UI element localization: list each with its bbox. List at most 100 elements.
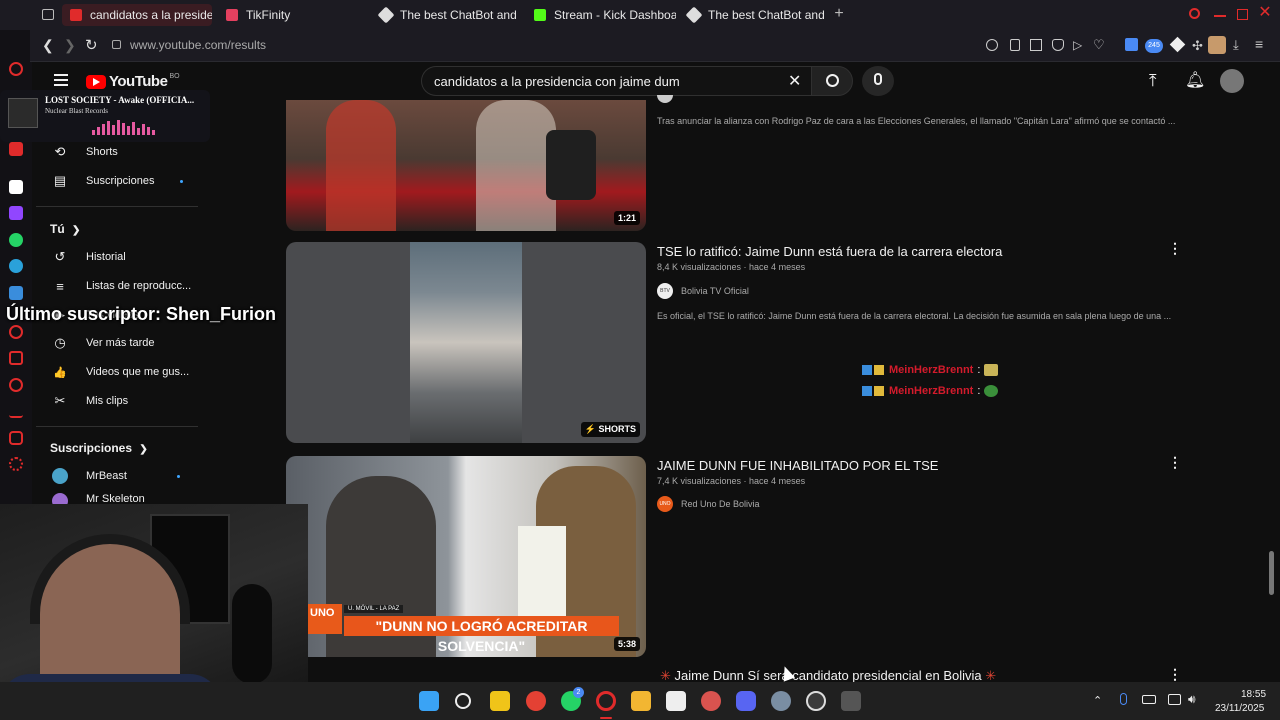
video-metadata: 8,4 K visualizaciones · hace 4 meses xyxy=(657,262,806,272)
news-logo: UNO xyxy=(308,604,342,634)
video-title[interactable]: JAIME DUNN FUE INHABILITADO POR EL TSE xyxy=(657,458,938,473)
sidebar-section-subscriptions[interactable]: Suscripciones ❯ xyxy=(50,441,148,455)
kick-side-icon[interactable] xyxy=(9,180,23,194)
tab-chatbot-2[interactable]: The best ChatBot and Wi xyxy=(680,4,826,26)
tab-chatbot-1[interactable]: The best ChatBot and Wi xyxy=(372,4,518,26)
video-thumbnail[interactable]: UNO U. MÓVIL - LA PAZ "DUNN NO LOGRÓ ACR… xyxy=(286,456,646,657)
voice-search-button[interactable] xyxy=(862,66,894,96)
shield-icon[interactable] xyxy=(1052,39,1064,51)
twitch-icon[interactable] xyxy=(9,206,23,220)
new-tab-button[interactable]: + xyxy=(832,6,846,22)
tray-volume-icon[interactable]: 🔊︎ xyxy=(1188,692,1196,707)
video-thumbnail[interactable]: ⚡ SHORTS xyxy=(286,242,646,443)
sidebar-item-clips[interactable]: ✂ Mis clips xyxy=(52,389,129,413)
sidebar-item-history[interactable]: ↺ Historial xyxy=(52,245,126,269)
minimize-button[interactable] xyxy=(1214,15,1226,17)
forward-icon[interactable]: ❯ xyxy=(64,37,76,54)
sidebar-item-playlists[interactable]: ≡ Listas de reproducc... xyxy=(52,274,191,298)
lock-icon xyxy=(112,40,121,49)
news-banner-small: U. MÓVIL - LA PAZ xyxy=(344,605,404,613)
more-options-icon[interactable]: ⋮ xyxy=(1168,241,1182,255)
sidebar-item-subscriptions[interactable]: ▤ Suscripciones xyxy=(52,169,184,193)
heart-icon[interactable]: ♡ xyxy=(1093,37,1105,53)
reload-icon[interactable]: ↻ xyxy=(85,36,98,54)
track-artist: Nuclear Blast Records xyxy=(45,107,108,115)
video-channel[interactable]: UNO Red Uno De Bolivia xyxy=(657,496,760,512)
download-side-icon[interactable] xyxy=(9,404,23,418)
notification-badge: 2 xyxy=(573,687,584,698)
search-input[interactable]: candidatos a la presidencia con jaime du… xyxy=(421,66,812,96)
sidebar-item-label: Videos que me gus... xyxy=(86,366,190,378)
youtube-logo[interactable]: YouTube BO xyxy=(86,73,180,90)
start-icon[interactable] xyxy=(419,691,439,711)
mail-icon[interactable] xyxy=(9,142,23,156)
url-field[interactable]: www.youtube.com/results xyxy=(130,38,266,52)
bluesky-icon[interactable] xyxy=(9,286,23,300)
sidebar-item-shorts[interactable]: ⟲ Shorts xyxy=(52,140,118,164)
clock-date[interactable]: 23/11/2025 xyxy=(1215,703,1264,714)
whatsapp-icon[interactable] xyxy=(9,233,23,247)
aria-icon[interactable] xyxy=(9,62,23,76)
opera-taskbar-icon[interactable] xyxy=(596,691,616,711)
translate-extension-icon[interactable] xyxy=(1125,38,1138,51)
upload-icon[interactable]: ⤒ xyxy=(1149,71,1157,91)
download-icon[interactable]: ⤓ xyxy=(1233,37,1239,53)
player-icon[interactable] xyxy=(9,325,23,339)
zoom-icon[interactable] xyxy=(986,39,998,51)
sidebar-sub-mrbeast[interactable]: MrBeast xyxy=(52,464,180,488)
tab-youtube[interactable]: candidatos a la presidenc xyxy=(62,4,212,26)
notifications-icon[interactable]: 🔔︎ xyxy=(1185,70,1205,90)
video-duration: 5:38 xyxy=(613,637,640,651)
discord-icon[interactable] xyxy=(736,691,756,711)
clock-time[interactable]: 18:55 xyxy=(1241,689,1266,700)
sidebar-section-you[interactable]: Tú ❯ xyxy=(50,222,80,236)
telegram-icon[interactable] xyxy=(9,259,23,273)
search-taskbar-icon[interactable] xyxy=(455,693,471,709)
tab-overview-icon[interactable] xyxy=(42,9,54,20)
tray-overflow-icon[interactable]: ⌃ xyxy=(1093,694,1102,707)
steam-icon[interactable] xyxy=(771,691,791,711)
more-options-icon[interactable]: ⋮ xyxy=(1168,667,1182,681)
video-channel[interactable]: BTV Bolivia TV Oficial xyxy=(657,283,749,299)
more-options-icon[interactable]: ⋮ xyxy=(1168,455,1182,469)
tray-keyboard-icon[interactable] xyxy=(1142,695,1156,704)
search-button[interactable] xyxy=(811,66,853,96)
page-scrollbar-thumb[interactable] xyxy=(1269,551,1274,595)
hamburger-icon[interactable] xyxy=(54,74,68,86)
send-icon[interactable]: ▷ xyxy=(1073,38,1082,52)
extensions-side-icon[interactable] xyxy=(9,431,23,445)
tray-network-icon[interactable] xyxy=(1168,694,1181,705)
adblock-extension-icon[interactable]: 245 xyxy=(1145,39,1163,53)
settings-side-icon[interactable] xyxy=(9,457,23,471)
app-icon[interactable] xyxy=(841,691,861,711)
sidebar-item-liked[interactable]: 👍 Videos que me gus... xyxy=(52,360,189,384)
tab-tikfinity[interactable]: TikFinity xyxy=(218,4,366,26)
video-thumbnail[interactable]: 1:21 xyxy=(286,100,646,231)
recorder-icon[interactable] xyxy=(701,691,721,711)
maximize-button[interactable] xyxy=(1237,9,1248,20)
pin-icon[interactable] xyxy=(9,351,23,365)
account-avatar[interactable] xyxy=(1220,69,1244,93)
obs-icon[interactable] xyxy=(806,691,826,711)
explorer-icon[interactable] xyxy=(631,691,651,711)
snapshot-icon[interactable] xyxy=(1030,39,1042,51)
channel-avatar[interactable] xyxy=(657,95,673,103)
menu-icon[interactable]: ≡ xyxy=(1255,36,1263,52)
notes-icon[interactable] xyxy=(490,691,510,711)
back-icon[interactable]: ❮ xyxy=(42,37,54,54)
profile-avatar[interactable] xyxy=(1208,36,1226,54)
extensions-icon[interactable]: ✣ xyxy=(1192,38,1203,54)
close-button[interactable]: ✕ xyxy=(1258,5,1272,21)
store-icon[interactable] xyxy=(666,691,686,711)
clear-search-icon[interactable]: ✕ xyxy=(788,71,801,91)
tab-kick[interactable]: Stream - Kick Dashboard xyxy=(526,4,676,26)
chatbot-extension-icon[interactable] xyxy=(1169,36,1186,53)
search-tabs-icon[interactable] xyxy=(1189,8,1200,19)
history-side-icon[interactable] xyxy=(9,378,23,392)
video-title[interactable]: TSE lo ratificó: Jaime Dunn está fuera d… xyxy=(657,244,1002,259)
sidebar-item-watch-later[interactable]: ◷ Ver más tarde xyxy=(52,331,154,355)
tray-mic-icon[interactable] xyxy=(1120,693,1127,705)
chrome-icon[interactable] xyxy=(526,691,546,711)
chat-separator: : xyxy=(977,385,981,397)
pin-page-icon[interactable] xyxy=(1010,39,1020,51)
